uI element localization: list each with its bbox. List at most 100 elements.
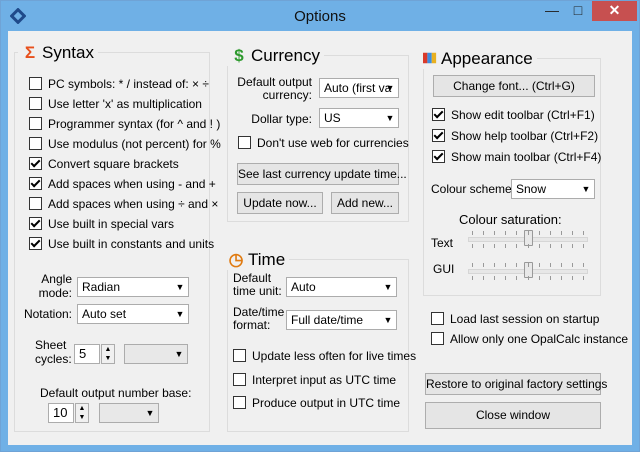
angle-mode-select[interactable]: Radian ▼	[77, 277, 189, 297]
output-base-select[interactable]: ▼	[99, 403, 159, 423]
gui-saturation-slider[interactable]	[468, 261, 588, 281]
text-saturation-label: Text	[431, 236, 454, 250]
syntax-heading: Σ Syntax	[18, 43, 98, 63]
slider-tick	[583, 263, 584, 267]
appearance-heading: Appearance	[419, 49, 537, 69]
checkbox-label: PC symbols: * / instead of: × ÷	[48, 77, 209, 91]
show-edit-toolbar-checkbox[interactable]: Show edit toolbar (Ctrl+F1)	[432, 108, 595, 122]
checkbox-label: Add spaces when using - and +	[48, 177, 216, 191]
time-unit-label: Default time unit:	[233, 271, 282, 298]
sheet-cycles-label: Sheet cycles:	[35, 338, 72, 366]
slider-tick	[549, 231, 551, 235]
slider-tick	[505, 276, 507, 280]
spin-arrows-icon[interactable]: ▲ ▼	[75, 403, 89, 423]
add-spaces-plus-minus-checkbox[interactable]: Add spaces when using - and +	[29, 177, 216, 191]
palette-icon	[423, 52, 437, 64]
show-help-toolbar-checkbox[interactable]: Show help toolbar (Ctrl+F2)	[432, 129, 598, 143]
time-unit-value: Auto	[291, 280, 316, 294]
programmer-syntax-checkbox[interactable]: Programmer syntax (for ^ and ! )	[29, 117, 220, 131]
slider-tick	[505, 244, 507, 248]
checkbox-label: Convert square brackets	[48, 157, 179, 171]
dollar-type-select[interactable]: US ▼	[319, 108, 399, 128]
slider-tick	[527, 244, 529, 248]
slider-tick	[516, 231, 518, 235]
close-window-button[interactable]: Close window	[425, 402, 601, 429]
slider-tick	[516, 263, 518, 267]
checkbox-label: Show main toolbar (Ctrl+F4)	[451, 150, 602, 164]
add-spaces-divide-multiply-checkbox[interactable]: Add spaces when using ÷ and ×	[29, 197, 218, 211]
dollar-type-label: Dollar type:	[251, 112, 312, 126]
chevron-down-icon: ▼	[383, 315, 393, 325]
minimize-button[interactable]: —	[539, 1, 565, 21]
date-format-label: Date/time format:	[233, 305, 285, 332]
maximize-button[interactable]: □	[565, 1, 591, 21]
title-bar[interactable]: Options — □ ✕	[1, 1, 639, 31]
slider-tick	[494, 231, 496, 235]
checkbox-box	[29, 217, 42, 230]
restore-defaults-button[interactable]: Restore to original factory settings	[425, 373, 607, 395]
time-unit-select[interactable]: Auto ▼	[286, 277, 397, 297]
colour-scheme-select[interactable]: Snow ▼	[511, 179, 595, 199]
slider-tick	[583, 244, 584, 248]
checkbox-box	[29, 117, 42, 130]
slider-tick	[483, 244, 485, 248]
date-format-value: Full date/time	[291, 313, 364, 327]
checkbox-label: Don't use web for currencies	[257, 136, 409, 150]
show-main-toolbar-checkbox[interactable]: Show main toolbar (Ctrl+F4)	[432, 150, 601, 164]
add-new-currency-button[interactable]: Add new...	[331, 192, 399, 214]
checkbox-box	[432, 108, 445, 121]
checkbox-box	[233, 396, 246, 409]
slider-tick	[549, 244, 551, 248]
checkbox-box	[29, 137, 42, 150]
slider-tick	[494, 244, 496, 248]
output-utc-checkbox[interactable]: Produce output in UTC time	[233, 396, 400, 410]
checkbox-box	[431, 332, 444, 345]
options-window: Options — □ ✕ Σ Syntax PC symbols: * / in…	[0, 0, 640, 452]
checkbox-box	[29, 77, 42, 90]
checkbox-label: Allow only one OpalCalc instance	[450, 332, 629, 346]
time-heading: ◷ Time	[224, 250, 290, 270]
single-instance-checkbox[interactable]: Allow only one OpalCalc instance	[431, 332, 628, 346]
checkbox-box	[432, 150, 445, 163]
close-window-x-button[interactable]: ✕	[592, 1, 637, 21]
output-base-spinner[interactable]: 10 ▲ ▼	[48, 403, 89, 423]
notation-label: Notation:	[23, 307, 72, 321]
interpret-utc-checkbox[interactable]: Interpret input as UTC time	[233, 373, 396, 387]
checkbox-box	[432, 129, 445, 142]
colour-scheme-label: Colour scheme	[431, 182, 512, 196]
built-in-constants-checkbox[interactable]: Use built in constants and units	[29, 237, 214, 251]
slider-tick	[505, 231, 507, 235]
text-saturation-slider[interactable]	[468, 229, 588, 249]
notation-select[interactable]: Auto set ▼	[77, 304, 189, 324]
built-in-special-vars-checkbox[interactable]: Use built in special vars	[29, 217, 174, 231]
load-last-session-checkbox[interactable]: Load last session on startup	[431, 312, 599, 326]
date-format-select[interactable]: Full date/time ▼	[286, 310, 397, 330]
angle-mode-value: Radian	[82, 280, 121, 294]
pc-symbols-checkbox[interactable]: PC symbols: * / instead of: × ÷	[29, 77, 209, 91]
output-base-label: Default output number base:	[40, 386, 192, 400]
syntax-heading-label: Syntax	[42, 43, 94, 62]
default-currency-select[interactable]: Auto (first va ▼	[319, 78, 399, 98]
see-last-update-button[interactable]: See last currency update time...	[237, 163, 407, 185]
output-base-value: 10	[53, 405, 68, 420]
dont-use-web-checkbox[interactable]: Don't use web for currencies	[238, 136, 409, 150]
checkbox-label: Use built in special vars	[48, 217, 175, 231]
letter-x-multiplication-checkbox[interactable]: Use letter 'x' as multiplication	[29, 97, 202, 111]
slider-tick	[571, 276, 573, 280]
convert-square-brackets-checkbox[interactable]: Convert square brackets	[29, 157, 179, 171]
sheet-cycles-select[interactable]: ▼	[124, 344, 188, 364]
use-modulus-checkbox[interactable]: Use modulus (not percent) for %	[29, 137, 221, 151]
checkbox-label: Produce output in UTC time	[252, 396, 401, 410]
spin-arrows-icon[interactable]: ▲ ▼	[101, 344, 115, 364]
slider-tick	[560, 244, 562, 248]
sheet-cycles-spinner[interactable]: 5 ▲ ▼	[74, 344, 115, 364]
colour-saturation-label: Colour saturation:	[459, 212, 562, 227]
update-now-button[interactable]: Update now...	[237, 192, 323, 214]
update-less-often-checkbox[interactable]: Update less often for live times	[233, 349, 416, 363]
checkbox-box	[238, 136, 251, 149]
default-currency-label: Default output currency:	[237, 75, 312, 102]
chevron-down-icon: ▼	[175, 309, 185, 319]
change-font-button[interactable]: Change font... (Ctrl+G)	[433, 75, 595, 97]
slider-tick	[527, 276, 529, 280]
gui-saturation-label: GUI	[433, 262, 455, 276]
